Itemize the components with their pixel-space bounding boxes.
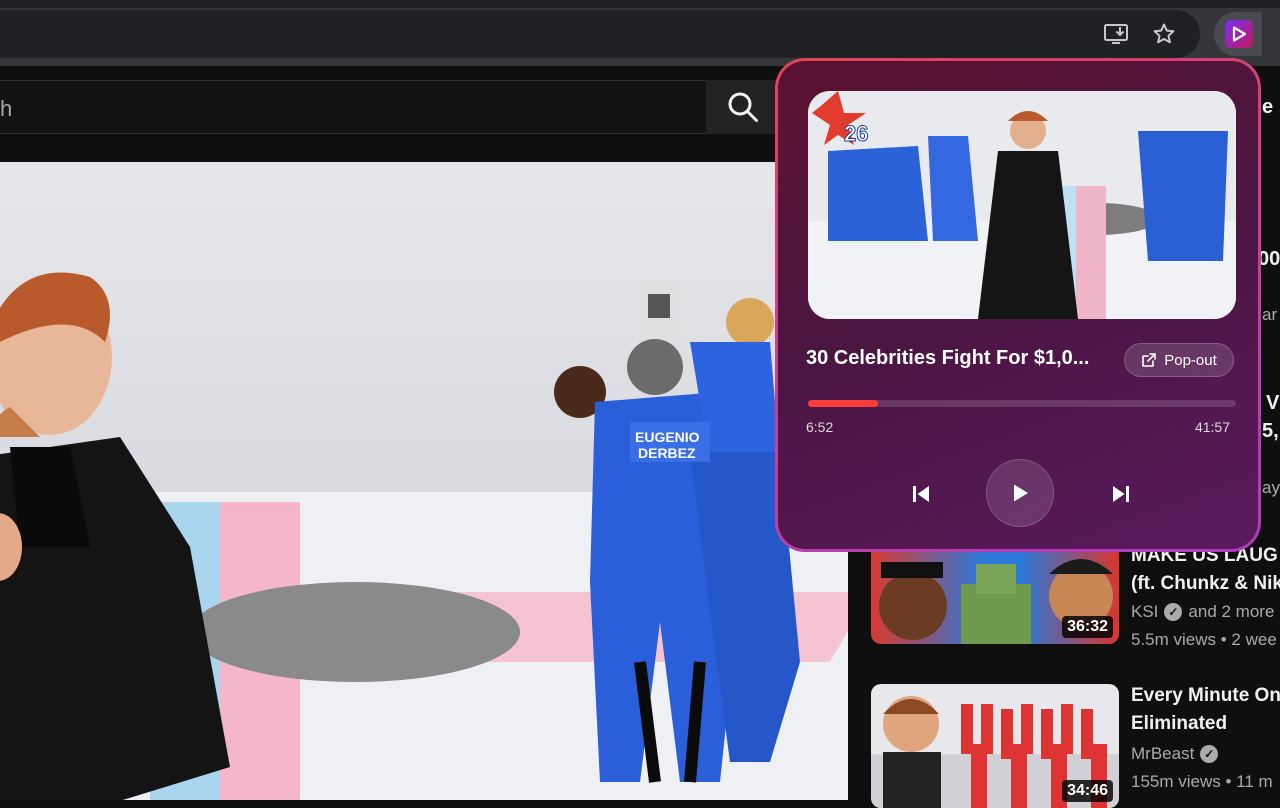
clipped-text: 5, xyxy=(1262,420,1279,442)
clipped-text: ay xyxy=(1262,478,1280,497)
video-thumbnail[interactable]: 36:32 xyxy=(871,544,1119,644)
clipped-text: 00 xyxy=(1258,248,1280,270)
clipped-text: V xyxy=(1266,392,1280,414)
popup-video-thumbnail[interactable]: 26 xyxy=(808,91,1236,319)
title-line: Eliminated xyxy=(1131,713,1228,734)
next-button[interactable] xyxy=(1106,479,1136,509)
extension-player-icon[interactable] xyxy=(1225,20,1253,48)
previous-icon xyxy=(913,486,929,502)
recommendation-item[interactable]: 34:46 Every Minute On Eliminated MrBeast… xyxy=(871,682,1280,808)
video-player[interactable]: EUGENIO DERBEZ xyxy=(0,162,848,800)
video-thumbnail[interactable]: 34:46 xyxy=(871,684,1119,808)
progress-bar[interactable] xyxy=(808,400,1236,407)
duration-badge: 34:46 xyxy=(1062,780,1113,802)
verified-icon: ✓ xyxy=(1164,603,1183,621)
popup-video-title: 30 Celebrities Fight For $1,0... xyxy=(806,347,1090,369)
title-line: Every Minute On xyxy=(1131,685,1280,706)
search-input[interactable] xyxy=(0,80,708,134)
search-text: h xyxy=(0,96,13,121)
tab-strip xyxy=(0,0,1280,8)
bookmark-star-icon[interactable] xyxy=(1148,18,1180,50)
channel-label: MrBeast xyxy=(1131,744,1195,763)
previous-button[interactable] xyxy=(906,479,936,509)
progress-fill xyxy=(808,400,879,407)
install-app-icon[interactable] xyxy=(1100,18,1132,50)
title-line: (ft. Chunkz & Nik xyxy=(1131,573,1280,594)
thumbnail-art: 26 xyxy=(808,91,1236,319)
next-icon xyxy=(1113,486,1129,502)
clipped-text: ar xyxy=(1262,305,1278,324)
video-meta: 5.5m views • 2 wee xyxy=(1131,630,1277,649)
host-figure xyxy=(0,272,230,800)
popout-label: Pop-out xyxy=(1164,351,1217,369)
external-link-icon xyxy=(1142,353,1157,367)
play-button[interactable] xyxy=(986,459,1054,527)
svg-text:DERBEZ: DERBEZ xyxy=(638,445,696,461)
video-title[interactable]: Every Minute On Eliminated xyxy=(1131,682,1280,738)
verified-icon: ✓ xyxy=(1200,745,1219,763)
search-icon xyxy=(728,92,758,122)
channel-name[interactable]: KSI ✓ and 2 more xyxy=(1131,602,1274,622)
total-time: 41:57 xyxy=(1194,419,1230,435)
current-time: 6:52 xyxy=(806,419,834,435)
recommendation-item[interactable]: 36:32 MAKE US LAUG (ft. Chunkz & Nik KSI… xyxy=(871,544,1280,649)
channel-label: KSI xyxy=(1131,602,1159,621)
duration-badge: 36:32 xyxy=(1062,616,1113,638)
address-bar[interactable] xyxy=(0,10,1200,58)
play-icon xyxy=(1014,484,1028,502)
channel-name[interactable]: MrBeast ✓ xyxy=(1131,744,1219,764)
mini-player-popup: 26 30 Celebrities Fight For $1,0... Pop-… xyxy=(775,58,1261,552)
clipped-text: e xyxy=(1262,96,1274,118)
video-meta: 155m views • 11 m xyxy=(1131,772,1273,791)
search-button[interactable] xyxy=(706,80,780,134)
thumb-badge-text: 26 xyxy=(844,121,868,146)
popout-button[interactable]: Pop-out xyxy=(1124,343,1234,377)
svg-text:EUGENIO: EUGENIO xyxy=(635,429,700,445)
browser-toolbar xyxy=(0,0,1280,66)
channel-extra: and 2 more xyxy=(1188,602,1275,621)
